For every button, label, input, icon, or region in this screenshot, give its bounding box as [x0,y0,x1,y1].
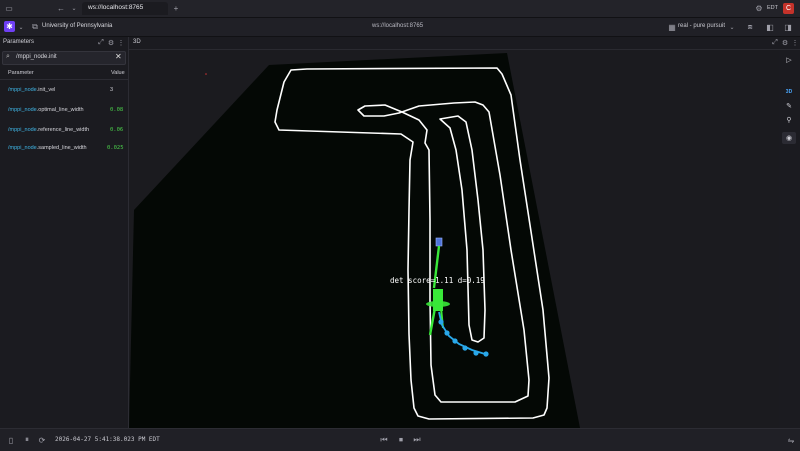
detection-label: det score=1.11 d=0.19 [390,276,485,285]
search-input[interactable]: /mppi_node.init [16,54,57,60]
param-value[interactable]: 0.025 [107,145,124,151]
origin-marker [205,73,207,75]
3d-toolbar: ▷ 3D ✎ ⚲ ◉ [779,50,800,428]
seek-forward-icon[interactable]: ⏭ [412,435,422,445]
more-icon[interactable]: ⋮ [790,38,800,48]
gear-icon[interactable]: ⚙ [106,38,116,48]
chevron-down-icon[interactable]: ⌄ [69,3,79,13]
param-name: .sampled_line_width [36,145,87,151]
table-row[interactable]: /mppi_node.optimal_line_width [8,107,84,113]
sidebar-toggle-icon[interactable]: ▭ [4,3,14,13]
right-sidebar-icon[interactable]: ◨ [783,22,793,32]
param-value[interactable]: 0.06 [110,127,123,133]
speed-icon[interactable]: ⇋ [786,435,796,445]
expand-icon[interactable]: ⤢ [96,38,106,48]
ruler-icon[interactable]: ✎ [782,100,796,112]
panel-title: Parameters [3,39,35,45]
clear-search-icon[interactable]: ✕ [115,52,122,61]
search-icon: ⌕ [6,53,10,60]
param-name: .init_vel [36,87,56,93]
3d-panel: 3D ⤢ ⚙ ⋮ det score=1.11 d=0.19 ▷ 3D ✎ ⚲ … [129,37,800,428]
connection-url: ws://localhost:8765 [372,23,424,29]
divider [0,79,128,80]
follow-icon[interactable]: ◉ [782,132,796,144]
param-name: .optimal_line_width [36,107,84,113]
publish-icon[interactable]: ⚲ [782,114,796,126]
timezone-badge: EDT [767,5,778,11]
column-header-parameter: Parameter [8,70,34,76]
browser-titlebar: ▭ ← ⌄ ws://localhost:8765 + ⚙ EDT C [0,0,800,18]
browser-tab-active[interactable]: ws://localhost:8765 [82,2,168,15]
column-header-value: Value [111,70,125,76]
pause-icon[interactable]: ⏸ [22,435,32,445]
play-icon[interactable]: ⏹ [396,435,406,445]
back-icon[interactable]: ← [56,3,66,13]
extension-icon[interactable]: ⚙ [754,3,764,13]
chevron-down-icon[interactable]: ⌄ [16,22,26,32]
param-namespace: /mppi_node [8,127,37,133]
param-value[interactable]: 0.08 [110,107,123,113]
param-name: .reference_line_width [36,127,90,133]
panel-title: 3D [133,39,141,45]
playback-bar: ▯ ⏸ ⟳ 2026-04-27 5:41:38.023 PM EDT ⏮ ⏹ … [0,428,800,451]
loop-icon[interactable]: ⟳ [37,435,47,445]
gear-icon[interactable]: ⚙ [780,38,790,48]
3d-mode-toggle[interactable]: 3D [782,86,796,98]
table-row[interactable]: /mppi_node.init_vel [8,87,55,93]
param-namespace: /mppi_node [8,107,37,113]
expand-icon[interactable]: ⤢ [770,38,780,48]
new-tab-button[interactable]: + [171,3,181,13]
3d-panel-header: 3D ⤢ ⚙ ⋮ [129,37,800,50]
profile-avatar[interactable]: C [783,3,794,14]
screen-icon[interactable]: ⧈ [745,22,755,32]
browser-tab-title: ws://localhost:8765 [88,4,144,11]
playback-timestamp: 2026-04-27 5:41:38.023 PM EDT [55,436,160,443]
info-icon[interactable]: ▯ [6,435,16,445]
organization-icon: ⧉ [32,22,38,31]
parameter-search[interactable]: ⌕ /mppi_node.init ✕ [2,51,126,65]
param-namespace: /mppi_node [8,87,37,93]
app-header: ✱ ⌄ ⧉ University of Pennsylvania ws://lo… [0,18,800,37]
3d-scene-canvas[interactable]: det score=1.11 d=0.19 [129,50,779,428]
param-value[interactable]: 3 [110,87,113,93]
layout-name[interactable]: real - pure pursuit [678,23,725,29]
more-icon[interactable]: ⋮ [116,38,126,48]
table-row[interactable]: /mppi_node.reference_line_width [8,127,89,133]
left-sidebar-icon[interactable]: ◧ [765,22,775,32]
select-tool-icon[interactable]: ▷ [782,54,796,66]
seek-back-icon[interactable]: ⏮ [379,435,389,445]
param-namespace: /mppi_node [8,145,37,151]
parameters-panel: Parameters ⤢ ⚙ ⋮ ⌕ /mppi_node.init ✕ Par… [0,37,129,428]
layout-icon: ▦ [668,22,676,32]
table-row[interactable]: /mppi_node.sampled_line_width [8,145,87,151]
app-logo-icon[interactable]: ✱ [4,21,15,32]
chevron-down-icon[interactable]: ⌄ [727,22,737,32]
goal-marker [435,237,443,247]
organization-name[interactable]: University of Pennsylvania [42,23,112,29]
